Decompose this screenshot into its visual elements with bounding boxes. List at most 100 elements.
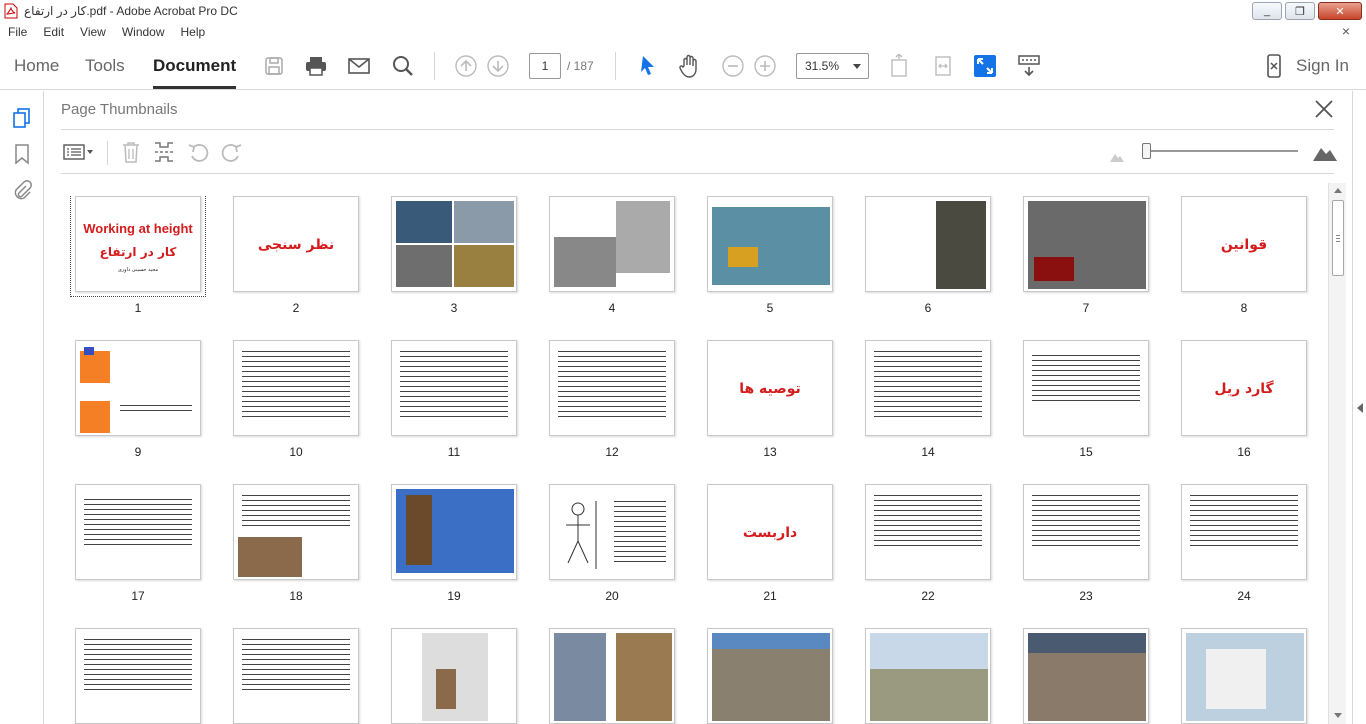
close-icon[interactable] [1314,99,1334,119]
mobile-link-icon[interactable] [1262,54,1286,78]
thumbnail-page-number: 23 [1079,589,1093,603]
full-screen-icon[interactable] [973,54,997,78]
small-mountain-icon [1110,146,1124,168]
thumbnail-size-track[interactable] [1146,150,1298,152]
page-thumbnail[interactable] [865,340,991,436]
search-icon[interactable] [391,54,415,78]
page-thumbnail[interactable] [865,628,991,724]
save-icon[interactable] [262,54,286,78]
page-thumbnail[interactable] [707,196,833,292]
fit-page-icon[interactable] [887,54,911,78]
page-thumbnail[interactable] [233,628,359,724]
thumbnail-text-block [558,349,666,419]
menu-file[interactable]: File [0,25,35,39]
menu-view[interactable]: View [72,25,114,39]
menu-window[interactable]: Window [114,25,173,39]
page-thumbnail[interactable] [75,484,201,580]
page-thumbnail[interactable] [549,340,675,436]
page-thumbnail[interactable] [75,628,201,724]
thumbnail-text-block [84,497,192,549]
bookmarks-icon[interactable] [11,143,33,165]
grip-line [1336,238,1340,239]
page-thumbnail[interactable] [1181,628,1307,724]
print-icon[interactable] [304,54,328,78]
menu-edit[interactable]: Edit [35,25,72,39]
thumbnail-photo [616,633,672,721]
page-thumbnail[interactable] [391,196,517,292]
select-cursor-icon[interactable] [636,54,660,78]
zoom-in-icon[interactable] [753,54,777,78]
thumbnail-photo [728,247,758,267]
thumbnail-photo [238,537,302,577]
page-thumbnail[interactable] [865,196,991,292]
page-thumbnail[interactable]: قوانین [1181,196,1307,292]
page-thumbnail[interactable] [391,340,517,436]
insert-pages-icon[interactable] [153,141,175,163]
right-panel-toggle[interactable] [1352,91,1366,724]
page-thumbnail[interactable] [391,484,517,580]
page-thumbnail[interactable] [1023,340,1149,436]
thumbnail-page-number: 3 [450,301,458,315]
tab-home[interactable]: Home [14,56,59,76]
attachments-icon[interactable] [11,179,33,201]
page-thumbnail[interactable] [391,628,517,724]
scrollbar-thumb[interactable] [1332,200,1344,276]
scroll-up-icon[interactable] [1334,188,1342,193]
thumbnail-page-number: 20 [605,589,619,603]
thumbnail-photo [870,669,988,721]
page-thumbnail[interactable] [1023,484,1149,580]
page-thumbnail[interactable] [707,628,833,724]
thumbnail-photo [396,201,452,243]
tab-tools[interactable]: Tools [85,56,125,76]
page-thumbnail[interactable]: گارد ریل [1181,340,1307,436]
page-thumbnail[interactable] [233,484,359,580]
page-thumbnail[interactable] [865,484,991,580]
page-thumbnail[interactable]: داربست [707,484,833,580]
page-thumbnails-icon[interactable] [11,107,33,129]
minimize-button[interactable]: _ [1252,2,1282,20]
rotate-right-icon[interactable] [221,141,243,163]
close-window-button[interactable]: ✕ [1318,2,1362,20]
page-thumbnail[interactable] [1181,484,1307,580]
zoom-out-icon[interactable] [721,54,745,78]
next-page-icon[interactable] [486,54,510,78]
page-number-input[interactable]: 1 [529,53,561,79]
vertical-scrollbar[interactable] [1328,183,1346,724]
page-thumbnail[interactable] [75,340,201,436]
thumbnail-page-number: 24 [1237,589,1251,603]
previous-page-icon[interactable] [454,54,478,78]
email-icon[interactable] [347,54,371,78]
maximize-button[interactable]: ❐ [1285,2,1315,20]
hand-tool-icon[interactable] [678,54,702,78]
rotate-left-icon[interactable] [187,141,209,163]
thumbnail-text-block [614,499,666,565]
menu-help[interactable]: Help [173,25,214,39]
fit-width-icon[interactable] [931,54,955,78]
page-thumbnail[interactable] [1023,196,1149,292]
cover-subtitle: مجید حسینی داوری [117,267,159,273]
page-thumbnail[interactable] [549,484,675,580]
page-thumbnail[interactable] [549,628,675,724]
sign-in-link[interactable]: Sign In [1296,56,1349,76]
page-thumbnail[interactable]: توصیه ها [707,340,833,436]
thumbnail-size-slider[interactable] [1142,143,1151,159]
tab-document[interactable]: Document [153,56,237,89]
page-thumbnail[interactable] [233,340,359,436]
page-thumbnail[interactable] [549,196,675,292]
thumbnail-options-icon[interactable] [63,141,95,163]
thumbnail-page-number: 4 [608,301,616,315]
close-document-button[interactable]: × [1334,23,1358,39]
cover-title-fa: کار در ارتفاع [99,245,177,259]
page-thumbnail[interactable]: Working at height کار در ارتفاع مجید حسی… [70,196,206,297]
thumbnail-page-number: 7 [1082,301,1090,315]
page-thumbnail[interactable] [1023,628,1149,724]
thumbnail-page-number: 9 [134,445,142,459]
page-thumbnail[interactable]: نظر سنجی [233,196,359,292]
thumbnail-page-title: قوانین [1220,237,1268,253]
keyboard-tools-icon[interactable] [1017,54,1041,78]
zoom-level-select[interactable]: 31.5% [796,53,869,79]
scroll-down-icon[interactable] [1334,713,1342,718]
thumbnail-shape [84,347,94,355]
thumbnail-page-number: 14 [921,445,935,459]
delete-page-icon[interactable] [121,141,141,163]
